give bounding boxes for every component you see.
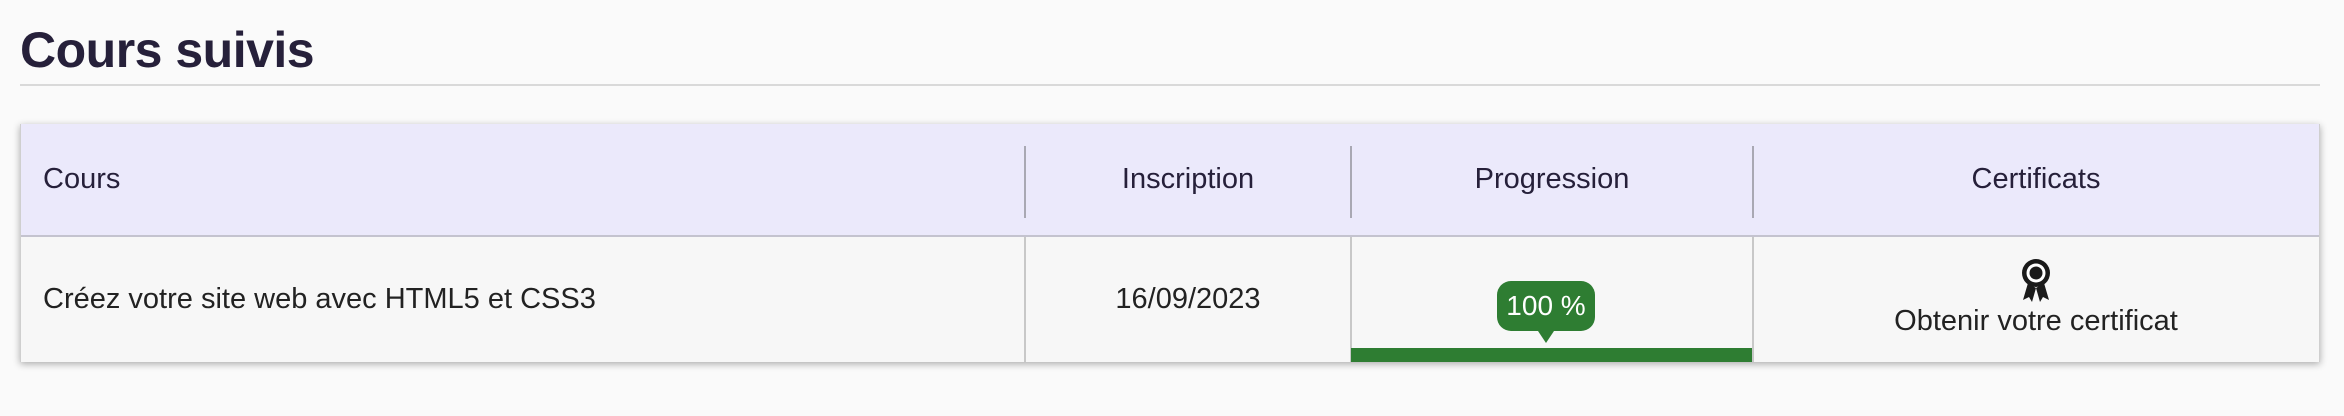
courses-table: Cours Inscription Progression Certificat… [20, 124, 2320, 362]
column-header-enrollment[interactable]: Inscription [1025, 124, 1351, 235]
table-row: Créez votre site web avec HTML5 et CSS3 … [21, 237, 2319, 362]
certificate-cell: Obtenir votre certificat [1753, 237, 2319, 362]
title-divider [20, 84, 2320, 86]
enrollment-date: 16/09/2023 [1115, 283, 1261, 315]
courses-page: Cours suivis Cours Inscription Progressi… [0, 0, 2344, 416]
progress-badge: 100 % [1497, 281, 1595, 343]
progress-cell: 100 % [1351, 237, 1753, 362]
column-header-progress[interactable]: Progression [1351, 124, 1753, 235]
award-ribbon-icon[interactable] [2019, 257, 2053, 303]
table-header-row: Cours Inscription Progression Certificat… [21, 124, 2319, 237]
get-certificate-link[interactable]: Obtenir votre certificat [1894, 305, 2178, 338]
course-title[interactable]: Créez votre site web avec HTML5 et CSS3 [21, 237, 1025, 362]
progress-bar [1351, 348, 1753, 362]
section-title: Cours suivis [20, 22, 315, 78]
column-header-course[interactable]: Cours [21, 124, 1025, 235]
column-header-certificates[interactable]: Certificats [1753, 124, 2319, 235]
progress-bar-fill [1351, 348, 1753, 362]
